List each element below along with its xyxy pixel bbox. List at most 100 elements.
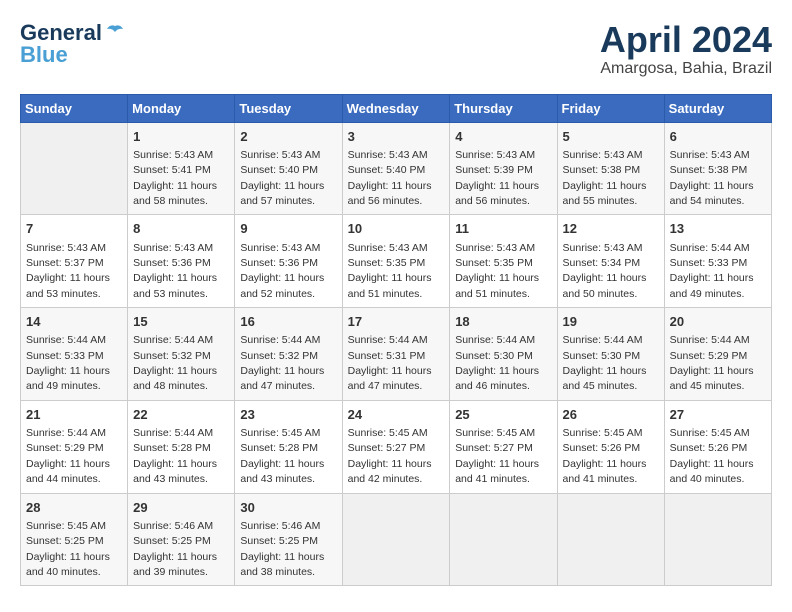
day-number: 3 — [348, 128, 445, 146]
calendar-cell: 29 Sunrise: 5:46 AMSunset: 5:25 PMDaylig… — [128, 493, 235, 586]
calendar-cell: 26 Sunrise: 5:45 AMSunset: 5:26 PMDaylig… — [557, 400, 664, 493]
calendar-cell: 27 Sunrise: 5:45 AMSunset: 5:26 PMDaylig… — [664, 400, 771, 493]
day-info: Sunrise: 5:43 AMSunset: 5:35 PMDaylight:… — [455, 242, 539, 300]
calendar-cell: 20 Sunrise: 5:44 AMSunset: 5:29 PMDaylig… — [664, 308, 771, 401]
calendar-cell: 11 Sunrise: 5:43 AMSunset: 5:35 PMDaylig… — [450, 215, 557, 308]
calendar-week-row: 1 Sunrise: 5:43 AMSunset: 5:41 PMDayligh… — [21, 122, 772, 215]
calendar-cell: 14 Sunrise: 5:44 AMSunset: 5:33 PMDaylig… — [21, 308, 128, 401]
calendar-cell — [342, 493, 450, 586]
day-info: Sunrise: 5:43 AMSunset: 5:40 PMDaylight:… — [240, 149, 324, 207]
day-number: 12 — [563, 220, 659, 238]
calendar-cell: 28 Sunrise: 5:45 AMSunset: 5:25 PMDaylig… — [21, 493, 128, 586]
day-info: Sunrise: 5:46 AMSunset: 5:25 PMDaylight:… — [240, 520, 324, 578]
calendar-week-row: 28 Sunrise: 5:45 AMSunset: 5:25 PMDaylig… — [21, 493, 772, 586]
weekday-header: Saturday — [664, 94, 771, 122]
day-number: 2 — [240, 128, 336, 146]
day-info: Sunrise: 5:44 AMSunset: 5:30 PMDaylight:… — [455, 334, 539, 392]
calendar-cell: 1 Sunrise: 5:43 AMSunset: 5:41 PMDayligh… — [128, 122, 235, 215]
weekday-header: Sunday — [21, 94, 128, 122]
day-info: Sunrise: 5:43 AMSunset: 5:37 PMDaylight:… — [26, 242, 110, 300]
day-number: 20 — [670, 313, 766, 331]
calendar-week-row: 21 Sunrise: 5:44 AMSunset: 5:29 PMDaylig… — [21, 400, 772, 493]
day-info: Sunrise: 5:43 AMSunset: 5:36 PMDaylight:… — [133, 242, 217, 300]
day-number: 22 — [133, 406, 229, 424]
day-info: Sunrise: 5:45 AMSunset: 5:27 PMDaylight:… — [348, 427, 432, 485]
day-info: Sunrise: 5:43 AMSunset: 5:41 PMDaylight:… — [133, 149, 217, 207]
day-info: Sunrise: 5:44 AMSunset: 5:28 PMDaylight:… — [133, 427, 217, 485]
month-title: April 2024 — [600, 20, 772, 60]
day-info: Sunrise: 5:43 AMSunset: 5:36 PMDaylight:… — [240, 242, 324, 300]
day-info: Sunrise: 5:43 AMSunset: 5:38 PMDaylight:… — [563, 149, 647, 207]
day-number: 30 — [240, 499, 336, 517]
day-info: Sunrise: 5:45 AMSunset: 5:27 PMDaylight:… — [455, 427, 539, 485]
day-number: 17 — [348, 313, 445, 331]
day-info: Sunrise: 5:44 AMSunset: 5:32 PMDaylight:… — [240, 334, 324, 392]
day-info: Sunrise: 5:45 AMSunset: 5:26 PMDaylight:… — [563, 427, 647, 485]
day-info: Sunrise: 5:45 AMSunset: 5:28 PMDaylight:… — [240, 427, 324, 485]
calendar-cell: 23 Sunrise: 5:45 AMSunset: 5:28 PMDaylig… — [235, 400, 342, 493]
weekday-header: Tuesday — [235, 94, 342, 122]
calendar-cell: 22 Sunrise: 5:44 AMSunset: 5:28 PMDaylig… — [128, 400, 235, 493]
day-number: 18 — [455, 313, 551, 331]
day-number: 6 — [670, 128, 766, 146]
day-number: 8 — [133, 220, 229, 238]
day-number: 19 — [563, 313, 659, 331]
calendar-cell: 6 Sunrise: 5:43 AMSunset: 5:38 PMDayligh… — [664, 122, 771, 215]
calendar-cell: 7 Sunrise: 5:43 AMSunset: 5:37 PMDayligh… — [21, 215, 128, 308]
day-number: 28 — [26, 499, 122, 517]
day-info: Sunrise: 5:44 AMSunset: 5:33 PMDaylight:… — [670, 242, 754, 300]
page-header: General Blue April 2024 Amargosa, Bahia,… — [20, 20, 772, 78]
day-info: Sunrise: 5:45 AMSunset: 5:26 PMDaylight:… — [670, 427, 754, 485]
day-info: Sunrise: 5:44 AMSunset: 5:31 PMDaylight:… — [348, 334, 432, 392]
day-info: Sunrise: 5:44 AMSunset: 5:33 PMDaylight:… — [26, 334, 110, 392]
day-info: Sunrise: 5:43 AMSunset: 5:39 PMDaylight:… — [455, 149, 539, 207]
day-info: Sunrise: 5:45 AMSunset: 5:25 PMDaylight:… — [26, 520, 110, 578]
calendar-cell — [664, 493, 771, 586]
logo-blue: Blue — [20, 42, 68, 68]
day-number: 14 — [26, 313, 122, 331]
calendar-cell: 18 Sunrise: 5:44 AMSunset: 5:30 PMDaylig… — [450, 308, 557, 401]
location-subtitle: Amargosa, Bahia, Brazil — [600, 60, 772, 78]
day-number: 7 — [26, 220, 122, 238]
logo: General Blue — [20, 20, 126, 68]
day-info: Sunrise: 5:43 AMSunset: 5:34 PMDaylight:… — [563, 242, 647, 300]
weekday-header: Friday — [557, 94, 664, 122]
calendar-cell — [21, 122, 128, 215]
calendar-cell: 9 Sunrise: 5:43 AMSunset: 5:36 PMDayligh… — [235, 215, 342, 308]
day-info: Sunrise: 5:44 AMSunset: 5:30 PMDaylight:… — [563, 334, 647, 392]
calendar-cell: 8 Sunrise: 5:43 AMSunset: 5:36 PMDayligh… — [128, 215, 235, 308]
day-number: 27 — [670, 406, 766, 424]
day-number: 15 — [133, 313, 229, 331]
day-info: Sunrise: 5:44 AMSunset: 5:29 PMDaylight:… — [26, 427, 110, 485]
day-number: 10 — [348, 220, 445, 238]
calendar-cell — [557, 493, 664, 586]
day-number: 26 — [563, 406, 659, 424]
day-number: 16 — [240, 313, 336, 331]
calendar-cell: 5 Sunrise: 5:43 AMSunset: 5:38 PMDayligh… — [557, 122, 664, 215]
calendar-cell: 30 Sunrise: 5:46 AMSunset: 5:25 PMDaylig… — [235, 493, 342, 586]
day-info: Sunrise: 5:44 AMSunset: 5:29 PMDaylight:… — [670, 334, 754, 392]
weekday-header: Wednesday — [342, 94, 450, 122]
calendar-cell: 17 Sunrise: 5:44 AMSunset: 5:31 PMDaylig… — [342, 308, 450, 401]
day-number: 23 — [240, 406, 336, 424]
day-number: 24 — [348, 406, 445, 424]
logo-bird-icon — [104, 22, 126, 44]
calendar-cell: 16 Sunrise: 5:44 AMSunset: 5:32 PMDaylig… — [235, 308, 342, 401]
calendar-header-row: SundayMondayTuesdayWednesdayThursdayFrid… — [21, 94, 772, 122]
calendar-cell: 15 Sunrise: 5:44 AMSunset: 5:32 PMDaylig… — [128, 308, 235, 401]
calendar-cell: 2 Sunrise: 5:43 AMSunset: 5:40 PMDayligh… — [235, 122, 342, 215]
calendar-week-row: 7 Sunrise: 5:43 AMSunset: 5:37 PMDayligh… — [21, 215, 772, 308]
day-info: Sunrise: 5:46 AMSunset: 5:25 PMDaylight:… — [133, 520, 217, 578]
day-number: 29 — [133, 499, 229, 517]
calendar-week-row: 14 Sunrise: 5:44 AMSunset: 5:33 PMDaylig… — [21, 308, 772, 401]
day-number: 5 — [563, 128, 659, 146]
day-info: Sunrise: 5:43 AMSunset: 5:35 PMDaylight:… — [348, 242, 432, 300]
weekday-header: Monday — [128, 94, 235, 122]
calendar-cell: 24 Sunrise: 5:45 AMSunset: 5:27 PMDaylig… — [342, 400, 450, 493]
day-number: 25 — [455, 406, 551, 424]
day-number: 21 — [26, 406, 122, 424]
calendar-cell: 25 Sunrise: 5:45 AMSunset: 5:27 PMDaylig… — [450, 400, 557, 493]
day-number: 4 — [455, 128, 551, 146]
calendar-table: SundayMondayTuesdayWednesdayThursdayFrid… — [20, 94, 772, 587]
calendar-cell: 10 Sunrise: 5:43 AMSunset: 5:35 PMDaylig… — [342, 215, 450, 308]
